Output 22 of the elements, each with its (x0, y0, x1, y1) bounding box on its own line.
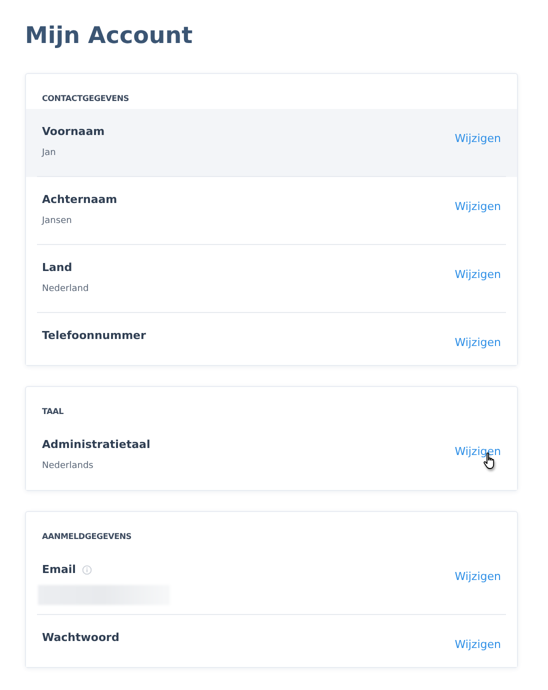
field-label: Administratietaal (42, 438, 150, 452)
change-link[interactable]: Wijzigen (454, 336, 501, 349)
field-label: Achternaam (42, 193, 118, 207)
field-label: Land (42, 261, 72, 275)
field-value: Jan (42, 147, 57, 159)
change-link[interactable]: Wijzigen (454, 200, 501, 213)
field-label: Telefoonnummer (42, 329, 146, 343)
change-link[interactable]: Wijzigen (454, 132, 501, 145)
field-value: Nederlands (42, 460, 94, 472)
field-value: Nederland (42, 283, 89, 295)
section-heading: TAAL (42, 407, 64, 416)
change-link[interactable]: Wijzigen (454, 268, 501, 281)
change-link[interactable]: Wijzigen (454, 638, 501, 651)
field-label: Wachtwoord (42, 631, 120, 645)
section-heading: AANMELDGEGEVENS (42, 532, 132, 541)
change-link[interactable]: Wijzigen (454, 445, 501, 458)
field-label: Email (42, 563, 76, 577)
field-value: Jansen (42, 215, 73, 227)
change-link[interactable]: Wijzigen (454, 570, 501, 583)
page-title: Mijn Account (25, 22, 194, 50)
section-heading: CONTACTGEGEVENS (42, 94, 129, 103)
field-label: Voornaam (42, 125, 105, 139)
